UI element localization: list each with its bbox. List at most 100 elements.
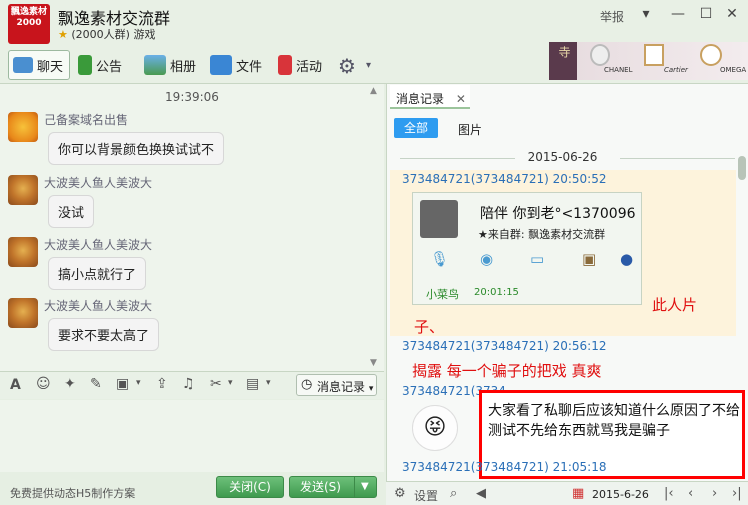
send-button-label: 发送(S) bbox=[300, 480, 341, 494]
watch-image bbox=[644, 44, 664, 66]
tab-files-label: 文件 bbox=[236, 59, 263, 75]
upload-icon[interactable]: ⇪ bbox=[156, 376, 168, 392]
tab-chat[interactable]: 聊天 bbox=[8, 50, 70, 80]
folder-icon bbox=[210, 55, 232, 75]
history-footer bbox=[386, 481, 748, 505]
chat-icon bbox=[13, 57, 33, 73]
message-sender[interactable]: 大波美人鱼人美波大 bbox=[44, 236, 152, 253]
search-icon[interactable]: ⌕ bbox=[450, 486, 457, 501]
tab-message-history-label: 消息记录 bbox=[396, 92, 445, 106]
emoji-icon[interactable]: ☺ bbox=[36, 376, 51, 392]
sticker-image[interactable]: 😝 bbox=[412, 405, 458, 451]
more-icon[interactable]: ▤ bbox=[246, 376, 259, 392]
tab-album[interactable]: 相册 bbox=[144, 52, 196, 78]
chevron-down-icon[interactable]: ▾ bbox=[366, 60, 371, 71]
avatar[interactable] bbox=[8, 112, 38, 142]
prev-page-icon[interactable]: ‹ bbox=[688, 486, 693, 501]
ad-logo-icon: 寺 bbox=[557, 46, 571, 58]
edit-icon[interactable]: ✎ bbox=[90, 376, 102, 392]
avatar[interactable] bbox=[8, 298, 38, 328]
settings-label[interactable]: 设置 bbox=[414, 487, 438, 504]
history-date-picker[interactable]: 2015-6-26 bbox=[592, 488, 649, 501]
calendar-icon[interactable]: ▦ bbox=[572, 486, 584, 501]
minimize-button[interactable]: — bbox=[668, 4, 688, 24]
send-button[interactable]: 发送(S) ▼ bbox=[289, 476, 377, 498]
card-avatar bbox=[420, 200, 458, 238]
history-sender[interactable]: 373484721(373484721) 21:05:18 bbox=[402, 460, 607, 474]
close-button[interactable]: 关闭(C) bbox=[216, 476, 284, 498]
group-subtitle-text: (2000人群) 游戏 bbox=[71, 28, 156, 41]
scrollbar-thumb[interactable] bbox=[738, 156, 746, 180]
tab-chat-label: 聊天 bbox=[37, 59, 64, 75]
screenshot-icon[interactable]: ✂ bbox=[210, 376, 222, 392]
message-sender[interactable]: 己备案域名出售 bbox=[44, 111, 128, 128]
message-bubble: 你可以背景颜色换换试试不 bbox=[48, 132, 225, 165]
folder-icon: ▭ bbox=[530, 250, 545, 268]
message-sender[interactable]: 大波美人鱼人美波大 bbox=[44, 297, 152, 314]
close-window-button[interactable]: ✕ bbox=[722, 4, 742, 24]
avatar[interactable] bbox=[8, 175, 38, 205]
message-history-label: 消息记录 bbox=[317, 380, 366, 394]
message-bubble: 要求不要太高了 bbox=[48, 318, 160, 351]
message-sender[interactable]: 大波美人鱼人美波大 bbox=[44, 174, 152, 191]
chevron-down-icon[interactable]: ▾ bbox=[228, 378, 233, 388]
history-sender[interactable]: 373484721(373484721) 20:56:12 bbox=[402, 339, 607, 353]
camera-icon: ◉ bbox=[480, 250, 494, 268]
report-link[interactable]: 举报 bbox=[600, 8, 624, 25]
filter-all-button[interactable]: 全部 bbox=[394, 118, 438, 138]
scroll-up-icon[interactable]: ▲ bbox=[370, 86, 377, 96]
card-source: ★来自群: 飘逸素材交流群 bbox=[478, 228, 606, 241]
tab-album-label: 相册 bbox=[170, 59, 197, 75]
ad-brand-chanel: CHANEL bbox=[604, 66, 633, 74]
dropdown-icon[interactable]: ▾ bbox=[636, 4, 656, 24]
flag-icon bbox=[78, 55, 92, 75]
tab-activity[interactable]: 活动 bbox=[278, 52, 322, 78]
chevron-down-icon[interactable]: ▼ bbox=[354, 477, 369, 497]
mic-icon: 🎙 bbox=[430, 250, 450, 268]
history-date: 2015-06-26 bbox=[527, 150, 598, 164]
card-time: 20:01:15 bbox=[474, 287, 519, 298]
chevron-down-icon[interactable]: ▾ bbox=[136, 378, 141, 388]
group-logo[interactable]: 飄逸素材 2000 bbox=[8, 4, 50, 44]
filter-images-button[interactable]: 图片 bbox=[458, 121, 482, 138]
flag-red-icon bbox=[278, 55, 292, 75]
photo-icon bbox=[144, 55, 166, 75]
tab-announce[interactable]: 公告 bbox=[78, 52, 122, 78]
chevron-down-icon[interactable]: ▾ bbox=[266, 378, 271, 388]
group-subtitle: ★ (2000人群) 游戏 bbox=[58, 26, 155, 42]
star-icon: ★ bbox=[58, 28, 68, 41]
magic-icon[interactable]: ✦ bbox=[64, 376, 76, 392]
tab-files[interactable]: 文件 bbox=[210, 52, 262, 78]
history-sender[interactable]: 373484721(373484721) 20:50:52 bbox=[402, 172, 607, 186]
close-icon[interactable]: ✕ bbox=[456, 92, 466, 106]
tab-announce-label: 公告 bbox=[96, 59, 123, 75]
last-page-icon[interactable]: ›| bbox=[732, 486, 742, 501]
message-history-button[interactable]: ◷ 消息记录 ▾ bbox=[296, 374, 377, 396]
music-icon[interactable]: ♫ bbox=[182, 376, 195, 392]
promo-text[interactable]: 免费提供动态H5制作方案 bbox=[10, 485, 135, 501]
settings-gear-icon[interactable]: ⚙ bbox=[338, 54, 356, 78]
avatar[interactable] bbox=[8, 237, 38, 267]
tab-message-history[interactable]: 消息记录 ✕ bbox=[390, 85, 470, 109]
watch-image bbox=[700, 44, 722, 66]
police-icon: ● bbox=[620, 250, 634, 268]
tab-activity-label: 活动 bbox=[296, 59, 323, 75]
message-bubble: 搞小点就行了 bbox=[48, 257, 147, 290]
message-input[interactable] bbox=[0, 400, 384, 472]
font-icon[interactable]: A bbox=[10, 377, 21, 393]
next-page-icon[interactable]: › bbox=[712, 486, 717, 501]
divider-line bbox=[620, 158, 735, 159]
logo-text: 飄逸素材 2000 bbox=[10, 7, 47, 28]
chat-timestamp: 19:39:06 bbox=[165, 90, 219, 104]
image-icon[interactable]: ▣ bbox=[116, 376, 129, 392]
message-bubble: 没试 bbox=[48, 195, 95, 228]
card-title: 陪伴 你到老°<1370096 bbox=[480, 206, 636, 222]
maximize-button[interactable]: ☐ bbox=[696, 4, 716, 24]
scroll-down-icon[interactable]: ▼ bbox=[370, 358, 377, 368]
card-user: 小菜鸟 bbox=[426, 288, 459, 301]
highlight-text: 大家看了私聊后应该知道什么原因了不给测试不先给东西就骂我是骗子 bbox=[488, 403, 740, 439]
first-page-icon[interactable]: |‹ bbox=[664, 486, 674, 501]
settings-gear-icon[interactable]: ⚙ bbox=[394, 486, 406, 501]
red-comment: 此人片 bbox=[652, 296, 698, 314]
speaker-icon[interactable]: ◀ bbox=[476, 486, 486, 501]
